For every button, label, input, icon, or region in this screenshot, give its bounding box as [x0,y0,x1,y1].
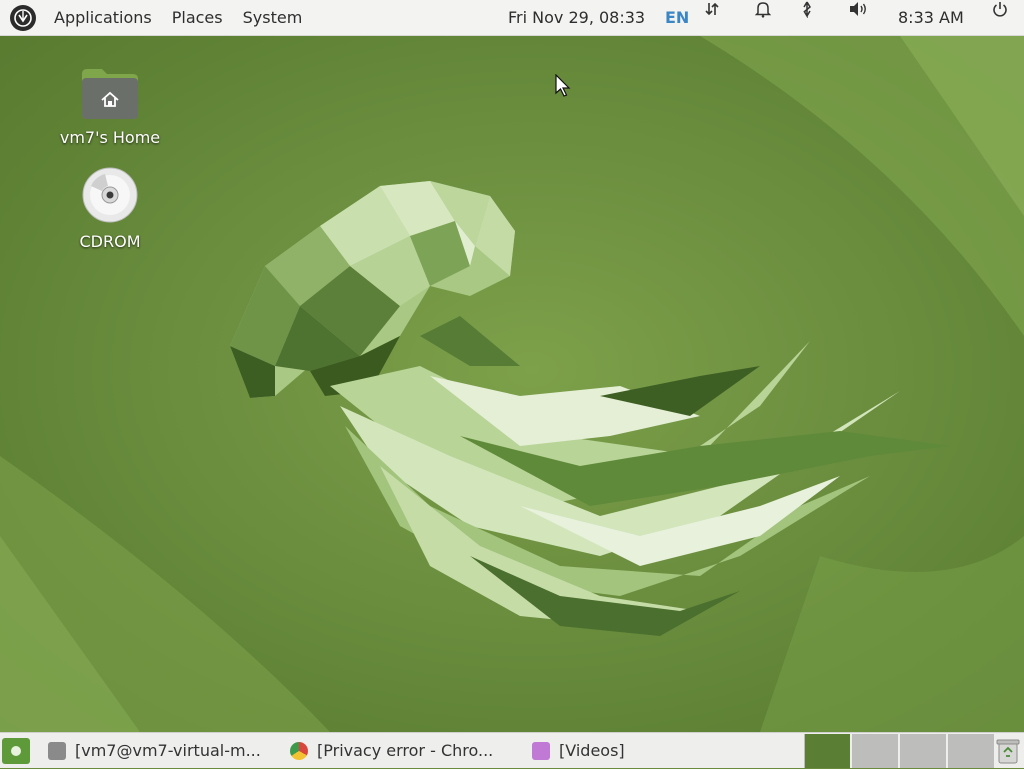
notification-bell-icon[interactable] [753,0,773,18]
mint-menu-logo-icon[interactable] [10,4,36,31]
taskbar-item-terminal[interactable]: [vm7@vm7-virtual-m... [48,733,278,769]
desktop-icon-cdrom-label: CDROM [79,232,141,251]
terminal-icon [48,742,66,760]
taskbar-item-terminal-label: [vm7@vm7-virtual-m... [75,741,261,760]
cdrom-icon [82,167,138,223]
home-folder-icon [82,69,138,119]
taskbar-item-videos-label: [Videos] [559,741,625,760]
network-icon[interactable] [702,0,722,18]
show-desktop-icon [11,746,21,756]
desktop[interactable]: vm7's Home CDROM [0,36,1024,732]
clock[interactable]: 8:33 AM [898,0,964,36]
taskbar-item-chrome[interactable]: [Privacy error - Chro... [290,733,520,769]
bluetooth-icon[interactable] [798,0,816,18]
desktop-icon-cdrom[interactable]: CDROM [55,166,165,251]
menu-system[interactable]: System [233,0,313,36]
workspace-3[interactable] [900,734,946,768]
volume-icon[interactable] [847,0,869,18]
workspace-4[interactable] [948,734,994,768]
menu-applications[interactable]: Applications [44,0,162,36]
keyboard-layout-indicator[interactable]: EN [665,0,689,36]
top-panel: Applications Places System Fri Nov 29, 0… [0,0,1024,36]
date-time[interactable]: Fri Nov 29, 08:33 [508,0,645,36]
taskbar-item-videos[interactable]: [Videos] [532,733,712,769]
taskbar-item-chrome-label: [Privacy error - Chro... [317,741,494,760]
menu-places[interactable]: Places [162,0,233,36]
trash-icon[interactable] [996,737,1020,765]
show-desktop-button[interactable] [2,738,30,764]
videos-icon [532,742,550,760]
bottom-panel: [vm7@vm7-virtual-m... [Privacy error - C… [0,732,1024,768]
workspace-1[interactable] [804,734,850,768]
mouse-cursor-icon [555,74,571,97]
workspace-2[interactable] [852,734,898,768]
desktop-icon-home[interactable]: vm7's Home [55,66,165,147]
chrome-icon [290,742,308,760]
desktop-icon-home-label: vm7's Home [59,128,161,147]
power-icon[interactable] [990,0,1010,18]
